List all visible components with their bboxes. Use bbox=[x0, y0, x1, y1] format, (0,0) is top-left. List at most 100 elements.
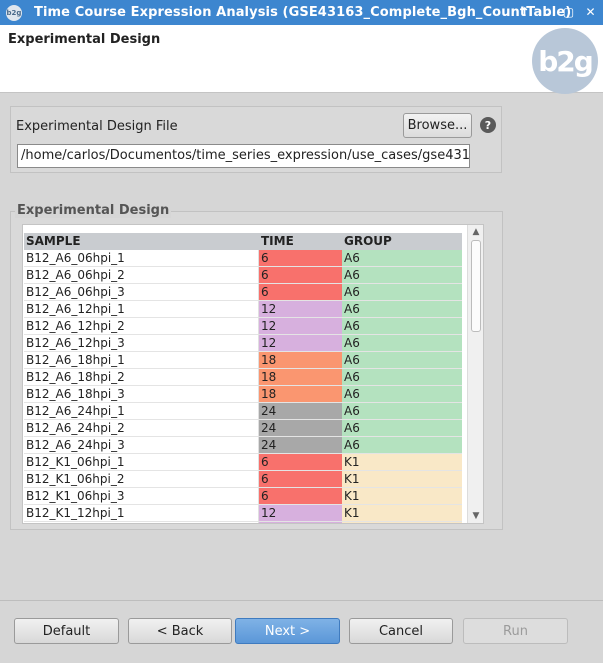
table-row[interactable]: B12_A6_12hpi_2 12 A6 bbox=[24, 318, 462, 335]
wizard-header: Experimental Design b2g bbox=[0, 25, 603, 94]
design-file-path-input[interactable]: /home/carlos/Documentos/time_series_expr… bbox=[17, 144, 470, 168]
next-button[interactable]: Next > bbox=[235, 618, 340, 644]
table-row[interactable]: B12_A6_24hpi_2 24 A6 bbox=[24, 420, 462, 437]
table-row[interactable]: B12_A6_12hpi_1 12 A6 bbox=[24, 301, 462, 318]
sample-cell[interactable]: B12_K1_12hpi_2 bbox=[24, 522, 259, 523]
group-cell[interactable]: A6 bbox=[342, 301, 462, 318]
table-body: B12_A6_06hpi_1 6 A6 B12_A6_06hpi_2 6 A6 B12_A6… bbox=[24, 250, 462, 523]
window-title: Time Course Expression Analysis (GSE4316… bbox=[34, 5, 572, 20]
group-cell[interactable]: A6 bbox=[342, 352, 462, 369]
group-cell[interactable]: A6 bbox=[342, 267, 462, 284]
sample-cell[interactable]: B12_A6_18hpi_3 bbox=[24, 386, 259, 403]
scroll-down-icon[interactable]: ▼ bbox=[468, 509, 483, 523]
time-cell[interactable]: 6 bbox=[259, 284, 342, 301]
scrollbar-thumb[interactable] bbox=[471, 240, 481, 332]
table-row[interactable]: B12_K1_12hpi_212K1 bbox=[24, 522, 462, 523]
time-cell[interactable]: 18 bbox=[259, 386, 342, 403]
default-button[interactable]: Default bbox=[14, 618, 119, 644]
b2g-logo: b2g bbox=[532, 28, 598, 94]
sample-cell[interactable]: B12_A6_12hpi_3 bbox=[24, 335, 259, 352]
design-file-label: Experimental Design File bbox=[16, 119, 178, 134]
group-cell[interactable]: A6 bbox=[342, 386, 462, 403]
time-cell[interactable]: 6 bbox=[259, 471, 342, 488]
table-row[interactable]: B12_K1_06hpi_3 6 K1 bbox=[24, 488, 462, 505]
group-cell[interactable]: A6 bbox=[342, 420, 462, 437]
table-row[interactable]: B12_A6_06hpi_2 6 A6 bbox=[24, 267, 462, 284]
group-cell[interactable]: A6 bbox=[342, 335, 462, 352]
sample-cell[interactable]: B12_A6_12hpi_2 bbox=[24, 318, 259, 335]
time-cell[interactable]: 12 bbox=[259, 301, 342, 318]
time-cell[interactable]: 24 bbox=[259, 403, 342, 420]
design-file-panel: Experimental Design File Browse... /home… bbox=[10, 106, 502, 173]
table-row[interactable]: B12_K1_06hpi_2 6 K1 bbox=[24, 471, 462, 488]
group-cell[interactable]: K1 bbox=[342, 488, 462, 505]
column-header-time[interactable]: TIME bbox=[259, 233, 342, 250]
close-icon[interactable]: ✕ bbox=[584, 4, 597, 20]
sample-cell[interactable]: B12_A6_06hpi_2 bbox=[24, 267, 259, 284]
group-cell[interactable]: A6 bbox=[342, 284, 462, 301]
table-row[interactable]: B12_A6_24hpi_3 24 A6 bbox=[24, 437, 462, 454]
table-row[interactable]: B12_A6_18hpi_1 18 A6 bbox=[24, 352, 462, 369]
design-table: SAMPLE TIME GROUP B12_A6_06hpi_1 6 A6 B12_A… bbox=[22, 224, 484, 524]
table-row[interactable]: B12_A6_18hpi_3 18 A6 bbox=[24, 386, 462, 403]
time-cell[interactable]: 6 bbox=[259, 267, 342, 284]
browse-button[interactable]: Browse... bbox=[403, 113, 472, 138]
sample-cell[interactable]: B12_A6_18hpi_2 bbox=[24, 369, 259, 386]
time-cell[interactable]: 24 bbox=[259, 420, 342, 437]
design-section-title: Experimental Design bbox=[15, 203, 172, 218]
sample-cell[interactable]: B12_A6_24hpi_3 bbox=[24, 437, 259, 454]
sample-cell[interactable]: B12_A6_12hpi_1 bbox=[24, 301, 259, 318]
sample-cell[interactable]: B12_A6_06hpi_1 bbox=[24, 250, 259, 267]
group-cell[interactable]: K1 bbox=[342, 471, 462, 488]
back-button[interactable]: < Back bbox=[128, 618, 232, 644]
table-row[interactable]: B12_A6_24hpi_1 24 A6 bbox=[24, 403, 462, 420]
table-header: SAMPLE TIME GROUP bbox=[24, 233, 462, 250]
time-cell[interactable]: 12 bbox=[259, 318, 342, 335]
table-scrollbar[interactable]: ▲ ▼ bbox=[467, 225, 483, 523]
table-row[interactable]: B12_K1_12hpi_1 12 K1 bbox=[24, 505, 462, 522]
table-row[interactable]: B12_A6_18hpi_2 18 A6 bbox=[24, 369, 462, 386]
table-row[interactable]: B12_A6_06hpi_3 6 A6 bbox=[24, 284, 462, 301]
footer-divider bbox=[0, 600, 603, 601]
group-cell[interactable]: K1 bbox=[342, 505, 462, 522]
group-cell[interactable]: A6 bbox=[342, 437, 462, 454]
time-cell[interactable]: 12 bbox=[259, 522, 342, 523]
maximize-icon[interactable]: ▢ bbox=[562, 4, 575, 20]
group-cell[interactable]: K1 bbox=[342, 522, 462, 523]
group-cell[interactable]: A6 bbox=[342, 250, 462, 267]
table-row[interactable]: B12_K1_06hpi_1 6 K1 bbox=[24, 454, 462, 471]
app-icon: b2g bbox=[6, 4, 22, 21]
time-cell[interactable]: 6 bbox=[259, 454, 342, 471]
sample-cell[interactable]: B12_K1_06hpi_3 bbox=[24, 488, 259, 505]
page-title: Experimental Design bbox=[8, 32, 161, 47]
time-cell[interactable]: 6 bbox=[259, 488, 342, 505]
sample-cell[interactable]: B12_A6_24hpi_2 bbox=[24, 420, 259, 437]
time-cell[interactable]: 24 bbox=[259, 437, 342, 454]
group-cell[interactable]: K1 bbox=[342, 454, 462, 471]
sample-cell[interactable]: B12_A6_24hpi_1 bbox=[24, 403, 259, 420]
group-cell[interactable]: A6 bbox=[342, 403, 462, 420]
group-cell[interactable]: A6 bbox=[342, 369, 462, 386]
run-button[interactable]: Run bbox=[463, 618, 568, 644]
sample-cell[interactable]: B12_K1_06hpi_1 bbox=[24, 454, 259, 471]
time-cell[interactable]: 12 bbox=[259, 335, 342, 352]
minimize-icon[interactable]: ⌄ bbox=[540, 4, 553, 20]
sample-cell[interactable]: B12_A6_18hpi_1 bbox=[24, 352, 259, 369]
time-cell[interactable]: 12 bbox=[259, 505, 342, 522]
sample-cell[interactable]: B12_K1_12hpi_1 bbox=[24, 505, 259, 522]
group-cell[interactable]: A6 bbox=[342, 318, 462, 335]
help-icon[interactable]: ? bbox=[480, 117, 496, 133]
keep-above-icon[interactable]: ↑ bbox=[518, 4, 531, 20]
sample-cell[interactable]: B12_A6_06hpi_3 bbox=[24, 284, 259, 301]
column-header-sample[interactable]: SAMPLE bbox=[24, 233, 259, 250]
scroll-up-icon[interactable]: ▲ bbox=[468, 225, 483, 239]
column-header-group[interactable]: GROUP bbox=[342, 233, 462, 250]
time-cell[interactable]: 18 bbox=[259, 352, 342, 369]
sample-cell[interactable]: B12_K1_06hpi_2 bbox=[24, 471, 259, 488]
table-row[interactable]: B12_A6_06hpi_1 6 A6 bbox=[24, 250, 462, 267]
title-bar: b2g Time Course Expression Analysis (GSE… bbox=[0, 0, 603, 25]
time-cell[interactable]: 6 bbox=[259, 250, 342, 267]
table-row[interactable]: B12_A6_12hpi_3 12 A6 bbox=[24, 335, 462, 352]
cancel-button[interactable]: Cancel bbox=[349, 618, 453, 644]
time-cell[interactable]: 18 bbox=[259, 369, 342, 386]
